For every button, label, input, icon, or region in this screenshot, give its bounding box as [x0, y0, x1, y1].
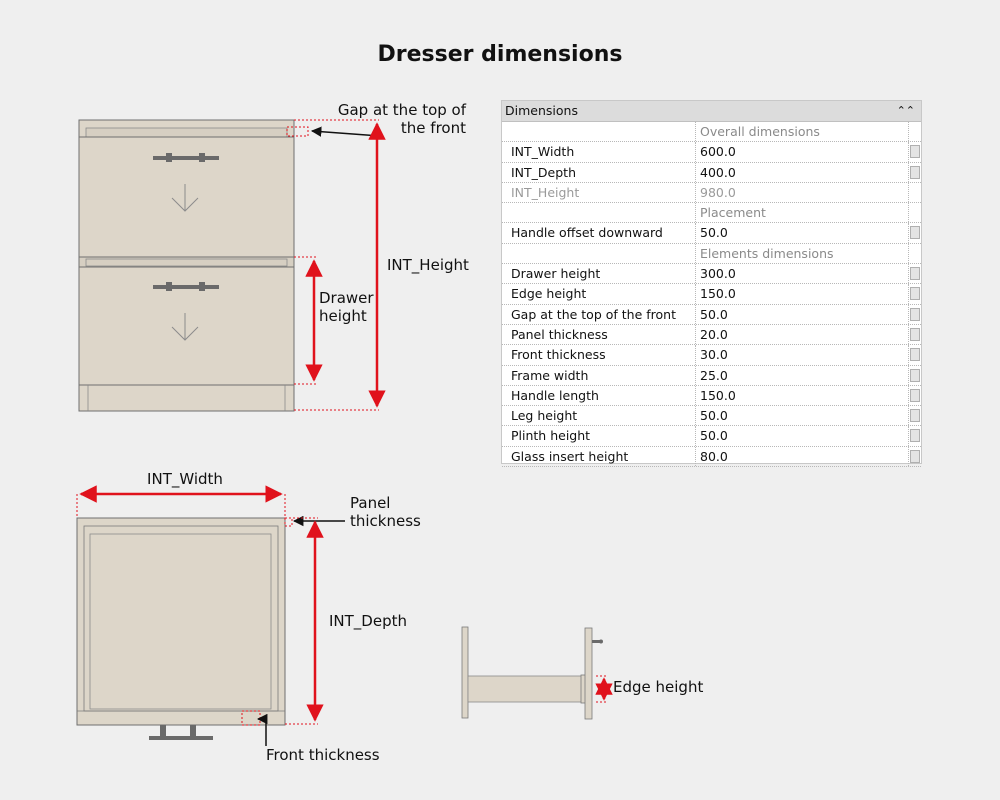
group-label: Overall dimensions	[696, 122, 909, 142]
parameter-group-row: Placement	[502, 203, 921, 224]
formula-button[interactable]	[910, 327, 920, 341]
parameter-name: Gap at the top of the front	[502, 304, 696, 324]
parameter-rows: Overall dimensions INT_Width 600.0 INT_Dept…	[502, 122, 921, 468]
parameter-value: 980.0	[696, 182, 909, 203]
formula-button[interactable]	[910, 368, 920, 382]
formula-button[interactable]	[910, 267, 920, 281]
drawer-height-label-2: height	[319, 307, 367, 325]
parameter-value[interactable]: 150.0	[696, 284, 909, 304]
parameter-name: Glass insert height	[502, 446, 696, 467]
parameter-row[interactable]: Drawer height 300.0	[502, 264, 921, 285]
formula-button[interactable]	[910, 307, 920, 321]
formula-button[interactable]	[910, 165, 920, 179]
parameter-name: Handle length	[502, 385, 696, 406]
parameter-value[interactable]: 300.0	[696, 264, 909, 284]
parameter-name: Leg height	[502, 406, 696, 426]
formula-button[interactable]	[910, 145, 920, 159]
parameter-row[interactable]: Front thickness 30.0	[502, 345, 921, 366]
parameter-name: Frame width	[502, 365, 696, 385]
edge-height-label: Edge height	[613, 678, 703, 696]
gap-top-label-1: Gap at the top of	[338, 101, 467, 119]
parameter-name: Front thickness	[502, 345, 696, 365]
dimensions-panel: Dimensions ⌃⌃ Overall dimensions INT_Widt…	[501, 100, 922, 468]
group-label: Placement	[696, 203, 909, 223]
parameter-value[interactable]: 150.0	[696, 385, 909, 406]
front-view: Gap at the top of the front INT_Height D…	[78, 101, 469, 412]
formula-button[interactable]	[910, 348, 920, 362]
int-height-label: INT_Height	[387, 256, 469, 275]
parameter-row[interactable]: Gap at the top of the front 50.0	[502, 304, 921, 325]
double-chevron-up-icon[interactable]: ⌃⌃	[897, 101, 915, 121]
panel-thickness-label-1: Panel	[350, 494, 390, 512]
parameter-row[interactable]: Leg height 50.0	[502, 406, 921, 427]
parameter-value[interactable]: 30.0	[696, 345, 909, 365]
parameter-value[interactable]: 20.0	[696, 324, 909, 345]
parameter-value[interactable]: 50.0	[696, 304, 909, 324]
panel-header[interactable]: Dimensions ⌃⌃	[502, 101, 921, 122]
formula-button[interactable]	[910, 287, 920, 301]
parameter-group-row: Elements dimensions	[502, 243, 921, 265]
parameter-name: Edge height	[502, 284, 696, 304]
parameter-row[interactable]: INT_Width 600.0	[502, 142, 921, 163]
parameter-name: Plinth height	[502, 426, 696, 446]
parameter-value[interactable]: 80.0	[696, 446, 909, 467]
parameter-row[interactable]: INT_Depth 400.0	[502, 162, 921, 183]
panel-header-title: Dimensions	[505, 103, 578, 118]
parameter-name: Panel thickness	[502, 324, 696, 345]
formula-button[interactable]	[910, 429, 920, 443]
parameter-value[interactable]: 50.0	[696, 223, 909, 243]
parameter-row: INT_Height 980.0	[502, 182, 921, 204]
parameter-name: INT_Height	[502, 182, 696, 203]
parameter-row[interactable]: Frame width 25.0	[502, 365, 921, 386]
formula-button[interactable]	[910, 409, 920, 423]
group-label: Elements dimensions	[696, 243, 909, 264]
parameter-value[interactable]: 600.0	[696, 142, 909, 162]
parameter-name: INT_Depth	[502, 162, 696, 182]
parameter-name: INT_Width	[502, 142, 696, 162]
top-view: INT_Width Panel thickness INT_Depth Fron…	[76, 470, 421, 764]
formula-button[interactable]	[910, 388, 920, 402]
parameter-name	[502, 203, 696, 223]
parameter-name: Handle offset downward	[502, 223, 696, 243]
parameter-row[interactable]: Panel thickness 20.0	[502, 324, 921, 346]
handle-icon	[592, 639, 603, 644]
parameter-name: Drawer height	[502, 264, 696, 284]
int-depth-label: INT_Depth	[329, 612, 407, 631]
parameter-row[interactable]: Glass insert height 80.0	[502, 446, 921, 468]
parameter-row[interactable]: Edge height 150.0	[502, 284, 921, 305]
drawer-height-label-1: Drawer	[319, 289, 374, 307]
handle-icon	[149, 725, 213, 740]
panel-thickness-label-2: thickness	[350, 512, 421, 530]
formula-button[interactable]	[910, 449, 920, 463]
parameter-row[interactable]: Plinth height 50.0	[502, 426, 921, 447]
front-thickness-label: Front thickness	[266, 746, 380, 764]
drawer-front-bottom	[78, 266, 295, 386]
parameter-name	[502, 243, 696, 264]
side-view: Edge height	[461, 626, 703, 720]
drawer-front-top	[78, 136, 295, 258]
parameter-value[interactable]: 50.0	[696, 406, 909, 426]
int-width-label: INT_Width	[147, 470, 223, 489]
parameter-name	[502, 122, 696, 142]
gap-top-label-2: the front	[401, 119, 466, 137]
parameter-value[interactable]: 25.0	[696, 365, 909, 385]
gap-pointer-arrow	[310, 126, 381, 137]
parameter-value[interactable]: 50.0	[696, 426, 909, 446]
parameter-row[interactable]: Handle offset downward 50.0	[502, 223, 921, 244]
formula-button[interactable]	[910, 226, 920, 240]
parameter-value[interactable]: 400.0	[696, 162, 909, 182]
parameter-group-row: Overall dimensions	[502, 122, 921, 143]
parameter-row[interactable]: Handle length 150.0	[502, 385, 921, 407]
